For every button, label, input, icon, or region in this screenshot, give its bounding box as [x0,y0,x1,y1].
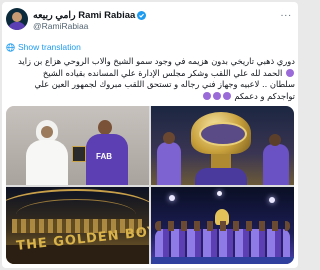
photo-award-handshake[interactable]: FAB [6,106,149,185]
avatar[interactable] [6,8,28,30]
more-icon[interactable]: ... [281,8,292,19]
tweet-card: رامي ربيعه Rami Rabiaa @RamiRabiaa ... S… [2,2,298,268]
purple-heart-icon [212,92,221,100]
author-handle[interactable]: @RamiRabiaa [33,21,88,31]
tweet-line-3: سلطان .. لاعبيه وجهاز فني رجاله و تستحق … [34,79,295,89]
photo-golden-boys-banner[interactable]: THE GOLDEN BOYS [6,187,149,264]
avatar-face [12,12,22,22]
tweet-line-1: دوري ذهبي تاريخي بدون هزيمه في وجود سمو … [18,56,295,66]
author-name-row[interactable]: رامي ربيعه Rami Rabiaa [33,9,147,21]
photo-team-celebration[interactable] [151,187,294,264]
purple-heart-icon [222,92,231,100]
jersey-text: FAB [96,152,112,161]
verified-icon [137,10,147,20]
show-translation-link[interactable]: Show translation [6,42,81,52]
author-display-name[interactable]: رامي ربيعه Rami Rabiaa [33,10,135,21]
purple-heart-icon [202,92,211,100]
globe-icon [6,42,15,52]
tweet-text: دوري ذهبي تاريخي بدون هزيمه في وجود سمو … [8,56,295,102]
media-grid: FAB THE GOLDEN BOYS [6,106,294,264]
show-translation-label: Show translation [18,42,81,52]
photo-trophy-celebration[interactable] [151,106,294,185]
tweet-line-2: الحمد لله علي اللقب وشكر مجلس الإدارة عل… [8,68,295,80]
avatar-shoulders [8,22,26,30]
tweet-header: رامي ربيعه Rami Rabiaa @RamiRabiaa ... [6,8,294,38]
purple-heart-icon [286,69,294,77]
tweet-line-4: تواجدكم و دعمكم [8,91,295,103]
